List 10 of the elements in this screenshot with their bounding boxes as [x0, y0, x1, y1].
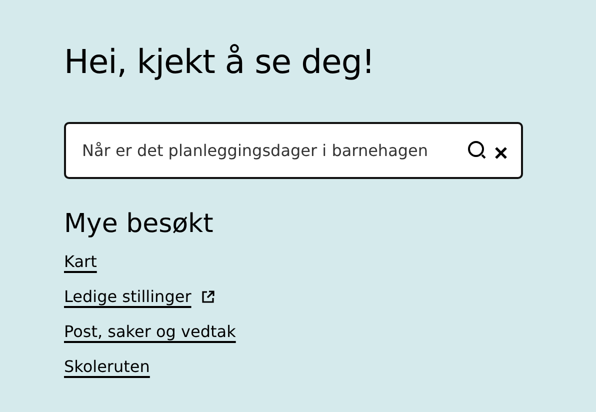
link[interactable]: Ledige stillinger — [64, 286, 192, 308]
close-icon[interactable] — [495, 146, 507, 158]
external-link-icon — [201, 290, 216, 304]
link[interactable]: Skoleruten — [64, 356, 150, 378]
link[interactable]: Kart — [64, 251, 97, 273]
section-heading: Mye besøkt — [64, 208, 214, 241]
link[interactable]: Post, saker og vedtak — [64, 321, 236, 343]
page-heading: Hei, kjekt å se deg! — [64, 41, 375, 83]
search-input[interactable]: Når er det planleggingsdager i barnehagen — [82, 138, 459, 162]
search-field[interactable]: Når er det planleggingsdager i barnehagen — [64, 122, 523, 179]
